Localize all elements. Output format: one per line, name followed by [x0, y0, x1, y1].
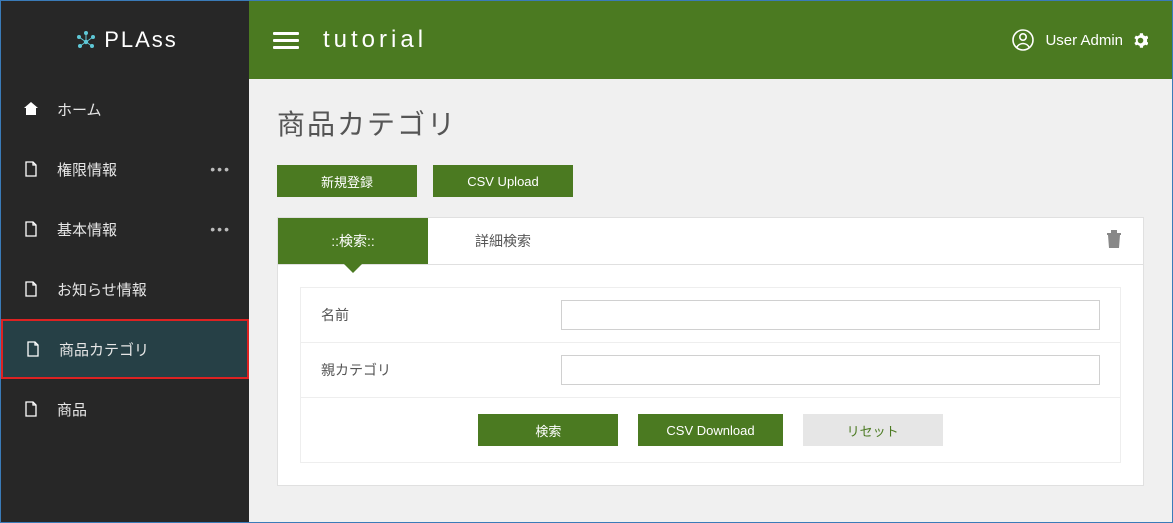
tab-search[interactable]: ::検索:: — [278, 218, 428, 264]
search-button[interactable]: 検索 — [478, 414, 618, 446]
parent-label: 親カテゴリ — [321, 360, 561, 380]
name-label: 名前 — [321, 305, 561, 325]
form-row-parent: 親カテゴリ — [301, 343, 1120, 398]
reset-button[interactable]: リセット — [803, 414, 943, 446]
user-name: User Admin — [1045, 32, 1123, 49]
sidebar: PLAss ホーム 権限情報 ••• 基本情報 — [1, 1, 249, 522]
nav-label: 商品 — [57, 399, 87, 420]
main: tutorial User Admin 商品カテゴリ 新規登録 CSV Uplo… — [249, 1, 1172, 522]
file-icon — [23, 341, 43, 357]
nav: ホーム 権限情報 ••• 基本情報 ••• お知らせ情報 — [1, 79, 249, 439]
content: 商品カテゴリ 新規登録 CSV Upload ::検索:: 詳細検索 — [249, 79, 1172, 522]
search-form: 名前 親カテゴリ 検索 CSV Download リセット — [278, 265, 1143, 485]
topbar-title: tutorial — [323, 26, 427, 54]
file-icon — [21, 221, 41, 237]
file-icon — [21, 161, 41, 177]
page-title: 商品カテゴリ — [277, 103, 1144, 143]
search-card: ::検索:: 詳細検索 名前 — [277, 217, 1144, 486]
more-icon[interactable]: ••• — [210, 161, 231, 177]
more-icon[interactable]: ••• — [210, 221, 231, 237]
gear-icon[interactable] — [1133, 33, 1148, 48]
user-icon — [1011, 28, 1035, 52]
logo-icon — [72, 26, 100, 54]
home-icon — [21, 101, 41, 117]
user-menu[interactable]: User Admin — [1011, 28, 1148, 52]
nav-item-product[interactable]: 商品 — [1, 379, 249, 439]
nav-label: 権限情報 — [57, 159, 117, 180]
nav-item-permission[interactable]: 権限情報 ••• — [1, 139, 249, 199]
tab-detail-search[interactable]: 詳細検索 — [428, 218, 578, 264]
logo: PLAss — [72, 26, 178, 54]
tabs: ::検索:: 詳細検索 — [278, 218, 1143, 265]
trash-icon[interactable] — [1099, 223, 1129, 260]
name-input[interactable] — [561, 300, 1100, 330]
menu-toggle-icon[interactable] — [273, 28, 299, 53]
nav-item-basic[interactable]: 基本情報 ••• — [1, 199, 249, 259]
nav-label: お知らせ情報 — [57, 279, 147, 300]
logo-text: PLAss — [104, 27, 178, 53]
action-row: 新規登録 CSV Upload — [277, 165, 1144, 197]
csv-download-button[interactable]: CSV Download — [638, 414, 782, 446]
nav-label: ホーム — [57, 99, 102, 120]
topbar: tutorial User Admin — [249, 1, 1172, 79]
file-icon — [21, 401, 41, 417]
csv-upload-button[interactable]: CSV Upload — [433, 165, 573, 197]
nav-label: 商品カテゴリ — [59, 339, 149, 360]
form-row-name: 名前 — [301, 288, 1120, 343]
nav-label: 基本情報 — [57, 219, 117, 240]
nav-item-news[interactable]: お知らせ情報 — [1, 259, 249, 319]
new-button[interactable]: 新規登録 — [277, 165, 417, 197]
parent-input[interactable] — [561, 355, 1100, 385]
form-buttons: 検索 CSV Download リセット — [301, 398, 1120, 462]
logo-area: PLAss — [1, 1, 249, 79]
nav-item-home[interactable]: ホーム — [1, 79, 249, 139]
file-icon — [21, 281, 41, 297]
nav-item-product-category[interactable]: 商品カテゴリ — [1, 319, 249, 379]
